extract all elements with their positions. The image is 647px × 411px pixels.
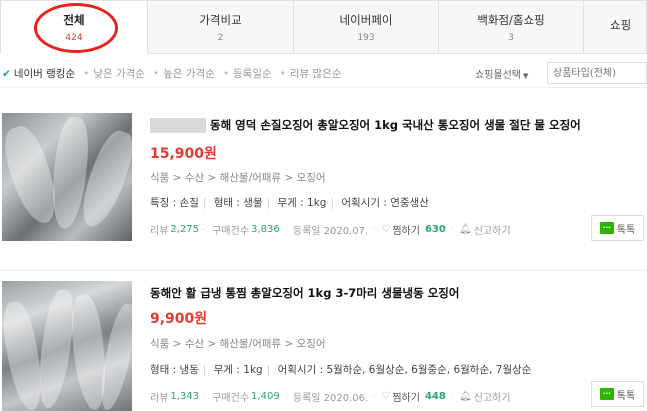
tab-price-compare[interactable]: 가격비교 2: [148, 0, 294, 54]
registration-date: 등록일 2020.07.: [292, 226, 369, 237]
report-icon: 🔔︎: [459, 224, 472, 235]
tab-count: 424: [65, 32, 83, 43]
review-count[interactable]: 2,275: [170, 224, 199, 235]
sort-label: 낮은 가격순: [93, 68, 145, 80]
talktalk-icon: ···: [599, 388, 614, 400]
sort-options: ✔ 네이버 랭킹순 • 낮은 가격순 • 높은 가격순 • 등록일순 • 리뷰 많은순: [2, 66, 350, 81]
product-attributes: 형태 : 냉동 | 무게 : 1kg | 어획시기 : 5월하순, 6월상순, 6월…: [150, 364, 532, 376]
purchase-count: 3,836: [251, 224, 280, 235]
report-link[interactable]: 신고하기: [474, 389, 511, 404]
report-icon: 🔔︎: [459, 391, 472, 402]
attribute: 무게 : 1kg: [213, 364, 263, 376]
tab-count: 193: [357, 32, 375, 43]
sort-label: 네이버 랭킹순: [13, 68, 76, 80]
tab-label: 전체: [63, 12, 85, 27]
talktalk-label: 톡톡: [616, 224, 636, 236]
heart-icon[interactable]: ♡: [381, 391, 390, 402]
review-label: 리뷰: [150, 393, 169, 404]
review-count[interactable]: 1,343: [170, 391, 199, 402]
product-item: 동해안 활 급냉 통찜 총알오징어 1kg 3-7마리 생물냉동 오징어 9,9…: [0, 270, 647, 411]
tab-count: 3: [508, 32, 514, 43]
product-type-select[interactable]: [547, 62, 647, 84]
talktalk-button[interactable]: ··· 톡톡: [591, 215, 644, 241]
purchase-label: 구매건수: [212, 393, 250, 404]
attribute: 형태 : 생물: [213, 197, 263, 209]
tab-label: 백화점/홈쇼핑: [477, 12, 545, 27]
product-category: 식품 > 수산 > 해산물/어패류 > 오징어: [150, 338, 326, 350]
talktalk-label: 톡톡: [616, 390, 636, 402]
sort-label: 높은 가격순: [163, 68, 215, 80]
product-meta: 리뷰 2,275 · 구매건수 3,836 · 등록일 2020.07. · ♡…: [150, 222, 511, 237]
tab-label: 가격비교: [199, 12, 242, 27]
purchase-label: 구매건수: [212, 226, 250, 237]
sort-label: 리뷰 많은순: [289, 68, 342, 80]
product-price: 9,900원: [150, 311, 208, 327]
bullet-icon: •: [222, 67, 230, 80]
product-title[interactable]: 동해안 활 급냉 통찜 총알오징어 1kg 3-7마리 생물냉동 오징어: [150, 285, 459, 301]
tab-department-store[interactable]: 백화점/홈쇼핑 3: [439, 0, 584, 54]
heart-icon[interactable]: ♡: [381, 224, 390, 235]
attribute: 어획시기 : 5월하순, 6월상순, 6월중순, 6월하순, 7월상순: [277, 364, 532, 376]
tab-count: 2: [217, 32, 224, 43]
tab-shopping[interactable]: 쇼핑: [584, 0, 647, 54]
talktalk-icon: ···: [599, 222, 614, 234]
attribute: 특징 : 손질: [150, 197, 199, 209]
registration-date: 등록일 2020.06.: [292, 393, 369, 404]
product-item: 동해 영덕 손질오징어 총알오징어 1kg 국내산 통오징어 생물 절단 물 오…: [0, 105, 647, 255]
product-title-text: 동해 영덕 손질오징어 총알오징어 1kg 국내산 통오징어 생물 절단 물 오…: [210, 118, 581, 132]
sort-low-price[interactable]: • 낮은 가격순: [83, 66, 145, 81]
attribute: 무게 : 1kg: [277, 197, 327, 209]
attribute: 어획시기 : 연중생산: [341, 197, 429, 209]
zzim-label[interactable]: 찜하기: [392, 222, 420, 237]
attribute: 형태 : 냉동: [150, 364, 199, 376]
zzim-count: 448: [424, 391, 446, 402]
tab-label: 네이버페이: [339, 12, 393, 27]
bullet-icon: •: [152, 67, 160, 80]
caret-down-icon: ▼: [523, 72, 529, 80]
product-attributes: 특징 : 손질 | 형태 : 생물 | 무게 : 1kg | 어획시기 : 연중생산: [150, 197, 429, 209]
product-category: 식품 > 수산 > 해산물/어패류 > 오징어: [150, 172, 326, 184]
sort-label: 등록일순: [233, 68, 272, 80]
product-title-text: 동해안 활 급냉 통찜 총알오징어 1kg 3-7마리 생물냉동 오징어: [150, 286, 460, 300]
sort-high-price[interactable]: • 높은 가격순: [153, 66, 215, 81]
bullet-icon: •: [83, 67, 90, 80]
zzim-label[interactable]: 찜하기: [392, 389, 420, 404]
talktalk-button[interactable]: ··· 톡톡: [591, 381, 644, 407]
mall-select-label: 쇼핑몰선택: [475, 70, 521, 81]
bullet-icon: •: [279, 67, 286, 80]
tab-all[interactable]: 전체 424: [0, 0, 148, 54]
product-thumbnail[interactable]: [2, 281, 132, 411]
redacted-mall-name: [150, 117, 206, 133]
tab-naverpay[interactable]: 네이버페이 193: [294, 0, 439, 54]
product-thumbnail[interactable]: [2, 113, 132, 241]
product-title[interactable]: 동해 영덕 손질오징어 총알오징어 1kg 국내산 통오징어 생물 절단 물 오…: [150, 117, 581, 133]
sort-naver-ranking[interactable]: ✔ 네이버 랭킹순: [2, 66, 75, 81]
mall-select-dropdown[interactable]: 쇼핑몰선택 ▼: [475, 66, 528, 81]
filter-tabs: 전체 424 가격비교 2 네이버페이 193 백화점/홈쇼핑 3 쇼핑: [0, 0, 647, 54]
product-meta: 리뷰 1,343 · 구매건수 1,409 · 등록일 2020.06. · ♡…: [150, 389, 511, 404]
report-link[interactable]: 신고하기: [474, 222, 511, 237]
review-label: 리뷰: [150, 226, 169, 237]
product-price: 15,900원: [150, 146, 217, 162]
tab-label: 쇼핑: [610, 17, 632, 32]
zzim-count: 630: [424, 224, 446, 235]
check-icon: ✔: [2, 67, 11, 80]
purchase-count: 1,409: [251, 391, 280, 402]
sort-bar: ✔ 네이버 랭킹순 • 낮은 가격순 • 높은 가격순 • 등록일순 • 리뷰 많은순 쇼…: [0, 58, 647, 88]
sort-reviews[interactable]: • 리뷰 많은순: [280, 66, 342, 81]
sort-registration-date[interactable]: • 등록일순: [223, 66, 272, 81]
